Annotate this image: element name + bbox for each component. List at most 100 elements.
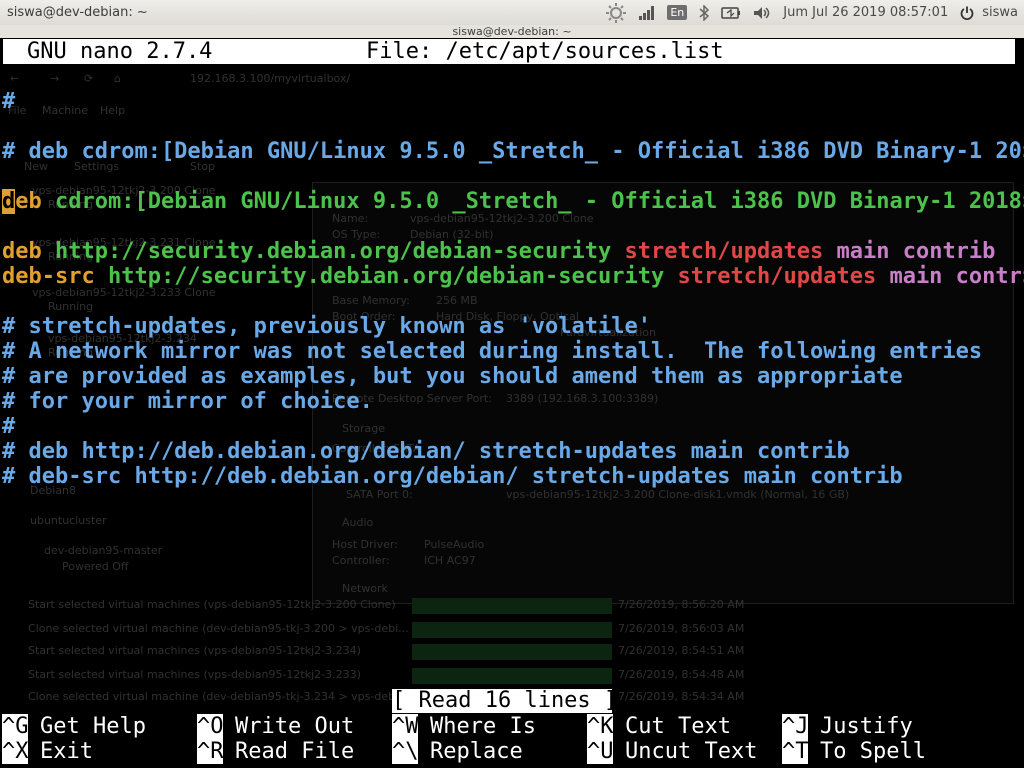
- task-time: 7/26/2019, 8:54:51 AM: [618, 644, 745, 657]
- comment-text: # deb-src http://deb.debian.org/debian/ …: [2, 464, 903, 489]
- vm-name: dev-debian95-master: [44, 544, 163, 557]
- nano-header-bar: GNU nano 2.7.4 File: /etc/apt/sources.li…: [3, 39, 1015, 64]
- source-uri: http://security.debian.org/debian-securi…: [94, 264, 678, 289]
- task-text: Start selected virtual machines (vps-deb…: [28, 598, 396, 611]
- shortcut-label: Where Is: [430, 714, 536, 739]
- battery-icon[interactable]: [721, 0, 741, 25]
- editor-line[interactable]: # A network mirror was not selected duri…: [2, 339, 982, 364]
- shortcut-label: To Spell: [820, 739, 926, 764]
- editor-line[interactable]: #: [2, 89, 15, 114]
- section-title: Network: [342, 582, 388, 595]
- volume-icon[interactable]: [753, 0, 771, 25]
- detail-label: Base Memory:: [332, 294, 410, 307]
- task-time: 7/26/2019, 8:56:03 AM: [618, 622, 745, 635]
- user-name[interactable]: siswa: [982, 0, 1018, 25]
- address-bar: 192.168.3.100/myvirtualbox/: [190, 72, 351, 85]
- shortcut-cut-text[interactable]: ^K Cut Text: [587, 714, 731, 739]
- detail-label: Controller:: [332, 554, 390, 567]
- deb-keyword: deb: [2, 239, 42, 264]
- shortcut-bar: ^G Get Help ^O Write Out ^W Where Is ^K Cut …: [0, 714, 1024, 768]
- editor-line[interactable]: # for your mirror of choice.: [2, 389, 373, 414]
- shortcut-read-file[interactable]: ^R Read File: [197, 739, 354, 764]
- shortcut-key: ^\: [392, 739, 419, 764]
- shortcut-to-spell[interactable]: ^T To Spell: [782, 739, 926, 764]
- weather-icon[interactable]: [605, 0, 627, 25]
- editor-line[interactable]: # deb cdrom:[Debian GNU/Linux 9.5.0 _Str…: [2, 139, 1024, 164]
- shortcut-uncut-text[interactable]: ^U Uncut Text: [587, 739, 757, 764]
- signal-icon[interactable]: [639, 0, 655, 25]
- section-title: Storage: [342, 422, 386, 435]
- shortcut-label: Get Help: [40, 714, 146, 739]
- system-top-panel: siswa@dev-debian: ~ En Jum Jul 26 2019 0…: [0, 0, 1024, 26]
- deb-keyword: eb: [15, 189, 42, 214]
- editor-line[interactable]: deb http://security.debian.org/debian-se…: [2, 239, 995, 264]
- shortcut-key: ^G: [2, 714, 29, 739]
- editor-line[interactable]: deb-src http://security.debian.org/debia…: [2, 264, 1024, 289]
- vm-state: Powered Off: [62, 560, 129, 573]
- home-icon: ⌂: [114, 72, 121, 85]
- editor-line[interactable]: deb cdrom:[Debian GNU/Linux 9.5.0 _Stret…: [2, 189, 1024, 214]
- shortcut-replace[interactable]: ^\ Replace: [392, 739, 523, 764]
- text-cursor: d: [2, 189, 16, 214]
- shortcut-key: ^U: [587, 739, 614, 764]
- bluetooth-icon[interactable]: [699, 0, 710, 25]
- comment-text: # are provided as examples, but you shou…: [2, 364, 903, 389]
- nano-file-name: File: /etc/apt/sources.list: [366, 39, 724, 64]
- comment-text: # deb http://deb.debian.org/debian/ stre…: [2, 439, 850, 464]
- task-text: Start selected virtual machines (vps-deb…: [28, 644, 361, 657]
- menu-machine: Machine: [42, 104, 89, 117]
- clock-datetime[interactable]: Jum Jul 26 2019 08:57:01: [783, 0, 948, 25]
- task-text: Clone selected virtual machine (dev-debi…: [28, 622, 409, 635]
- shortcut-label: Exit: [40, 739, 93, 764]
- shortcut-key: ^X: [2, 739, 29, 764]
- active-window-title: siswa@dev-debian: ~: [7, 5, 148, 20]
- vm-group: ubuntucluster: [30, 514, 107, 527]
- editor-line[interactable]: # are provided as examples, but you shou…: [2, 364, 903, 389]
- detail-label: Host Driver:: [332, 538, 398, 551]
- power-icon[interactable]: [960, 0, 974, 25]
- editor-line[interactable]: #: [2, 414, 15, 439]
- component-list: main contrib: [823, 239, 996, 264]
- editor-line[interactable]: # deb-src http://deb.debian.org/debian/ …: [2, 464, 903, 489]
- vm-state: Running: [48, 300, 94, 313]
- task-time: 7/26/2019, 8:54:48 AM: [618, 668, 745, 681]
- language-indicator[interactable]: En: [667, 0, 688, 25]
- deb-keyword: deb-src: [2, 264, 95, 289]
- comment-text: #: [2, 414, 16, 439]
- comment-text: # A network mirror was not selected duri…: [2, 339, 983, 364]
- system-tray: En Jum Jul 26 2019 08:57:01 siswa: [593, 0, 1018, 25]
- source-uri: http://security.debian.org/debian-securi…: [41, 239, 625, 264]
- shortcut-justify[interactable]: ^J Justify: [782, 714, 913, 739]
- shortcut-where-is[interactable]: ^W Where Is: [392, 714, 536, 739]
- editor-line[interactable]: # stretch-updates, previously known as '…: [2, 314, 651, 339]
- comment-text: # stretch-updates, previously known as '…: [2, 314, 652, 339]
- comment-text: #: [2, 89, 16, 114]
- shortcut-key: ^W: [392, 714, 419, 739]
- menu-help: Help: [100, 104, 126, 117]
- shortcut-write-out[interactable]: ^O Write Out: [197, 714, 354, 739]
- editor-line[interactable]: # deb http://deb.debian.org/debian/ stre…: [2, 439, 850, 464]
- status-message: [ Read 16 lines ]: [392, 688, 618, 713]
- shortcut-label: Justify: [820, 714, 913, 739]
- task-text: Clone selected virtual machine (dev-debi…: [28, 690, 409, 703]
- shortcut-key: ^J: [782, 714, 809, 739]
- shortcut-key: ^K: [587, 714, 614, 739]
- component-list: main contr: [876, 264, 1022, 289]
- task-text: Start selected virtual machines (vps-deb…: [28, 668, 361, 681]
- source-uri: cdrom:[Debian GNU/Linux 9.5.0 _Stretch_ …: [41, 189, 1022, 214]
- shortcut-exit[interactable]: ^X Exit: [2, 739, 93, 764]
- detail-value: PulseAudio: [424, 538, 485, 551]
- shortcut-label: Uncut Text: [625, 739, 758, 764]
- detail-value: ICH AC97: [424, 554, 476, 567]
- task-time: 7/26/2019, 8:56:20 AM: [618, 598, 745, 611]
- shortcut-get-help[interactable]: ^G Get Help: [2, 714, 146, 739]
- detail-value: vps-debian95-12tkj2-3.200 Clone-disk1.vm…: [506, 488, 850, 501]
- nano-version: GNU nano 2.7.4: [27, 39, 213, 64]
- detail-value: 3389 (192.168.3.100:3389): [506, 392, 659, 405]
- suite-name: stretch/updates: [624, 239, 824, 264]
- section-title: Audio: [342, 516, 374, 529]
- shortcut-label: Write Out: [235, 714, 355, 739]
- task-time: 7/26/2019, 8:54:34 AM: [618, 690, 745, 703]
- shortcut-label: Cut Text: [625, 714, 731, 739]
- detail-value: 256 MB: [436, 294, 478, 307]
